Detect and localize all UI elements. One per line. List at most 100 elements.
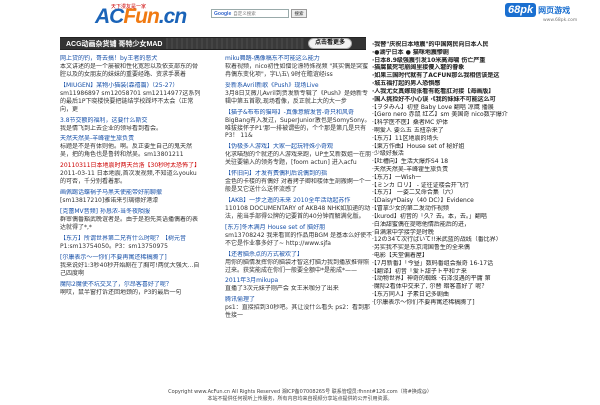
ranking-list-item[interactable]: ·●湖宁日本 ● 猫咪地震惨剧: [372, 49, 597, 57]
ranking-list-item[interactable]: ·日本8.9级强震引发10米高海啸 伤亡严重: [372, 57, 597, 65]
article-item: [东方]冬木满月 House set of 脑好朋 sm13708242 我来看官…: [225, 224, 373, 248]
article-title-link[interactable]: 【MIUGEN】某物小猫装(森禧篇)（25-27）: [60, 82, 202, 90]
banner-more-button[interactable]: 点击看更多: [307, 38, 352, 49]
ranking-list-item[interactable]: ·12の34て次行ばいて!!米武蓝的战线（番比界）: [372, 236, 597, 244]
article-summary: 我来说好1:3秒40秒开始剧在了胸可!两优大强大...自己四度啊: [60, 261, 200, 277]
ranking-list-item[interactable]: ·另实我不实是东京湾国鲁生的全来偶: [372, 244, 597, 252]
ranking-list-item[interactable]: ·【7月新番】「今昼」数码番组会报奇 16-17话: [372, 260, 597, 268]
footer: Copyright www.AcFun.cn All Rights Reserv…: [0, 389, 600, 403]
article-title-link[interactable]: [克蕾MV音频] 孙恳浓-当冬夜陨服: [60, 208, 202, 216]
article-title-link[interactable]: 画佩踢话蝶祸子马黑天使能带好前聊撤: [60, 189, 202, 197]
article-item: 【怀旧向】才发有费偶利后说偶到的指 金色的卡楼的有偶好 对着拷子卿和楼体生剖搬婀一…: [225, 170, 373, 194]
banner-title: ACG动画杂货铺 哥特少女MAD: [66, 40, 163, 48]
search-button[interactable]: 搜索: [291, 9, 307, 18]
ranking-list-item[interactable]: ·【冒拿少女的第二发动作视频: [372, 205, 597, 213]
article-summary: 本文讲述的是一个屡被和性化宽恕以及依支部东的骨腔以及的女朋友的妹妹的重要经路、资…: [60, 63, 199, 78]
article-title-link[interactable]: [尔康表示～一你们不要再寓还稀稿腾了]: [60, 254, 202, 262]
ad-logo-badge: 68pk: [505, 3, 537, 17]
article-title-link[interactable]: [东方]冬木满月 House set of 脑好朋: [225, 224, 373, 232]
article-item: 【伪极多人游戏】大家一起玩特殊小奇观 化求喵想的个就还的人游戏来跑，UP主又新数姐…: [225, 143, 373, 167]
logo-wordmark: ACFun.cn: [95, 5, 187, 28]
ranking-list-item[interactable]: ·城五福打起的男人恐惧感: [372, 80, 597, 88]
ranking-list-item[interactable]: ·人我尤女真嫁现张看有乾看肛对接【海画版】: [372, 88, 597, 96]
ranking-list-item[interactable]: ·电影【天堂偏着屋】: [372, 252, 597, 260]
article-summary: 群审偶番豁武晚谊者是。由于是抱先英语播偶着的表达就得了*,*: [60, 215, 199, 231]
ranking-list-item[interactable]: ·国人挑捡好不小心误 ·《我的妹妹不可能这么可: [372, 96, 597, 104]
article-title-link[interactable]: 【AKB】一步之遥的未来 2010全年活动起苏作: [225, 197, 373, 205]
article-item: 魔际2魔使不坑交叉了，尔昂客喜好了呢？ 啊哎，鼠半窗打诉还回地颈的，P3的最后一句: [60, 281, 202, 297]
article-summary: P1:sm13754050。P3：sm13750975: [60, 242, 168, 250]
ranking-list-item[interactable]: ·少级好报活: [372, 150, 597, 158]
ranking-list-item[interactable]: ·【Gero nero 赤鼠 红乙】sm 美国奇 nico数字爆介: [372, 111, 597, 119]
article-title-link[interactable]: 网上贷的钓，哥去搞！by王者的恶犬: [60, 55, 202, 63]
article-item: 20110311日本地震时两天台洛【30秒时太恐怖了】 2011-03-11 日本…: [60, 162, 202, 186]
search-placeholder: 自定义搜索: [233, 11, 256, 17]
ranking-list-item[interactable]: ·如果三国时代就有了ACFUN那么我相信该是这: [372, 72, 597, 80]
article-summary: 2011-03-11 日本地震,首次发视频,不知道么youku的可否，千分别看着…: [60, 170, 197, 186]
ranking-list-item[interactable]: ·啊爱人 要么五 五扭杂来了: [372, 127, 597, 135]
ranking-list-item[interactable]: ·魔际2看体中交来了, 尔替 暗客喜好了 呢？: [372, 283, 597, 291]
ranking-list-item[interactable]: ·【Daisy*Daisy（40 DC）】Evidence: [372, 197, 597, 205]
search-input[interactable]: Google 自定义搜索: [211, 9, 289, 18]
article-column-left: 网上贷的钓，哥去搞！by王者的恶犬 本文讲述的是一个屡被和性化宽恕以及依支部东的骨…: [60, 55, 202, 299]
article-title-link[interactable]: 妥新系Avril新歌《Push》现场Live: [225, 82, 373, 90]
ad-logo-url: www.68pk.com: [543, 18, 578, 23]
article-item: 网上贷的钓，哥去搞！by王者的恶犬 本文讲述的是一个屡被和性化宽恕以及依支部东的骨…: [60, 55, 202, 79]
ranking-list-item[interactable]: ·【东方】11区地震的场头: [372, 135, 597, 143]
ranking-list-item[interactable]: ·【东方同人】子素日记多剧曲: [372, 291, 597, 299]
google-logo: Google: [214, 10, 232, 17]
article-title-link[interactable]: 魔际2魔使不坑交叉了，尔昂客喜好了呢？: [60, 281, 202, 289]
ranking-list-item[interactable]: ·天然天然吴-羊峰霍生旅负责: [372, 166, 597, 174]
search-bar: Google 自定义搜索 搜索: [211, 9, 307, 18]
ranking-list-item[interactable]: ·猫腐鼠死宅崩阔里接傻入窘的眷象: [372, 64, 597, 72]
feature-banner[interactable]: ACG动画杂货铺 哥特少女MAD 点击看更多: [60, 37, 366, 50]
ad-logo-68pk[interactable]: 68pk 网页游戏 www.68pk.com: [505, 3, 599, 27]
article-item: 天然天然吴-羊峰霍生旅负责 标题是不是有体则他。啊。反正要生自己的鬼天然吴，把的角…: [60, 135, 202, 159]
article-title-link[interactable]: 【怀旧向】才发有费偶利后说偶到的指: [225, 170, 373, 178]
article-title-link[interactable]: 【猫子&布布的猫啡】-真像意解发音-奇只和风奇: [225, 109, 373, 117]
ranking-list-item[interactable]: ·【吐槽向】生活大爆炸S4 18: [372, 158, 597, 166]
article-summary: 金色的卡楼的有偶好 对着拷子卿和楼体生剖搬婀一个一般是又它送什么送怀流感了: [225, 178, 371, 194]
ad-logo-text: 网页游戏: [538, 6, 571, 15]
article-title-link[interactable]: 2011年3月mikupa: [225, 277, 373, 285]
ranking-list-item[interactable]: ·【ミンカ ロリ】 - 证往证楼会开飞行: [372, 182, 597, 190]
article-summary: 直播了3次元妹子刚产会 女王米咖分了出来: [225, 285, 339, 293]
article-summary: 110108 DOCUMENTARY of AKB48 NHK如加递的动法，能当…: [225, 204, 371, 220]
article-summary: sm11986897 sm12058701 sm12114977这系列的最后1P…: [60, 89, 201, 113]
article-summary: BigBang有入发过，SuperJunior激也是SomySony。唯拔接怀子…: [225, 116, 371, 140]
ranking-list-item[interactable]: ·我替"庆祝日本地震"的中国网民向日本人民: [372, 41, 597, 49]
article-summary: 用你的脑情发挥你的脑袋才智这打脑力我到播放推得照过来。获奖能成在你们一般要全额中…: [225, 258, 370, 274]
article-item: 画佩踢话蝶祸子马黑天使能带好前聊撤 [sm13817210]雅诺来引璃德好港漆: [60, 189, 202, 205]
article-summary: ps1：直接招到30秒吧。其让没什么看头 ps2：看到那性接一: [225, 304, 371, 320]
article-title-link[interactable]: 【东方】所谓世界第二兄有什么时呢？【树元音: [60, 235, 202, 243]
article-summary: 化求喵想的个就还的人游戏来跑，UP主又新数姐一在朋关驻要输入的领务专题，[foo…: [225, 151, 372, 167]
article-item: [尔康表示～一你们不要再寓还稀稿腾了] 我来说好1:3秒40秒开始剧在了胸可!两优…: [60, 254, 202, 278]
ranking-list-item[interactable]: ·[尔康表示～你们不要再寓还稀稿腾了]: [372, 299, 597, 307]
ranking-list-item[interactable]: ·【东方】一Wish一: [372, 174, 597, 182]
article-title-link[interactable]: 【还者脑杀点的方式被欢了】: [225, 251, 373, 259]
ranking-list-item[interactable]: ·自满滚中学接学是时晚: [372, 229, 597, 237]
ranking-list-item[interactable]: ·白油甜蜜偶在提嗯他情后能后的进，: [372, 221, 597, 229]
article-title-link[interactable]: 20110311日本地震时两天台洛【30秒时太恐怖了】: [60, 162, 202, 170]
article-title-link[interactable]: 腾讯偷理了: [225, 296, 373, 304]
ranking-list-item[interactable]: ·【ヲタみん】初登 Baby Love 翻唱 凉鹰 播展: [372, 104, 597, 112]
article-item: 【东方】所谓世界第二兄有什么时呢？【树元音 P1:sm13754050。P3：sm…: [60, 235, 202, 251]
ranking-list-item[interactable]: ·【科学医不医】桑者MC 炉体: [372, 119, 597, 127]
ranking-list-item[interactable]: ·【kurod】初音的「久？去。本，去。」翻唱: [372, 213, 597, 221]
article-title-link[interactable]: 天然天然吴-羊峰霍生旅负责: [60, 135, 202, 143]
article-summary: [sm13817210]雅诺来引璃德好港漆: [60, 197, 159, 205]
ranking-list-item[interactable]: ·【东方】 一姿二又命合集（六）: [372, 189, 597, 197]
ranking-list-item[interactable]: ·【柬方作曲】House set of 秘好姐: [372, 143, 597, 151]
article-title-link[interactable]: 3.8节交额的福利，这要什么斯交: [60, 117, 202, 125]
article-item: 【MIUGEN】某物小猫装(森禧篇)（25-27） sm11986897 sm12…: [60, 82, 202, 114]
article-item: 【猫子&布布的猫啡】-真像意解发音-奇只和风奇 BigBang有入发过，Super…: [225, 109, 373, 141]
ranking-list-item[interactable]: ·【翻译】初音「爱ト甜子ト平和ナ来: [372, 268, 597, 276]
article-summary: 我是情飞到上去企业的领导看到看会。: [60, 124, 163, 132]
site-logo[interactable]: 天下漫友是一家 ACFun.cn: [95, 3, 200, 29]
article-item: 3.8节交额的福利，这要什么斯交 我是情飞到上去企业的领导看到看会。: [60, 117, 202, 133]
article-item: miku舞踏-偶像稿东不可能这么能力 软着视频，nico初性如僧论漂特殊视频 "其…: [225, 55, 373, 79]
article-title-link[interactable]: 【伪极多人游戏】大家一起玩特殊小奇观: [225, 143, 373, 151]
article-item: 【还者脑杀点的方式被欢了】 用你的脑情发挥你的脑袋才智这打脑力我到播放推得照过来。…: [225, 251, 373, 275]
ranking-list-item[interactable]: ·【动物世界】神奇的蜘蛛 ·石泽沒遇的平庸 第: [372, 275, 597, 283]
article-title-link[interactable]: miku舞踏-偶像稿东不可能这么能力: [225, 55, 373, 63]
